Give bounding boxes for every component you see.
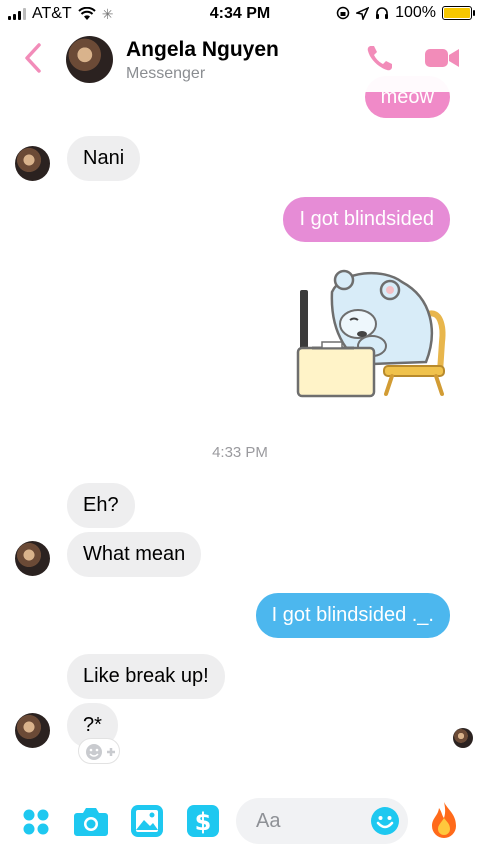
battery-icon	[442, 6, 475, 20]
message-bubble-incoming[interactable]: Like break up!	[67, 654, 225, 699]
message-input-placeholder: Aa	[256, 810, 281, 832]
battery-percent: 100%	[395, 4, 436, 21]
contact-subtitle: Messenger	[126, 65, 206, 82]
message-composer: $ Aa	[0, 790, 480, 854]
message-bubble-outgoing[interactable]: I got blindsided ._.	[255, 593, 450, 638]
phone-call-icon[interactable]	[364, 42, 396, 74]
contact-avatar-small	[15, 146, 50, 181]
sleeping-bear-at-desk-sticker[interactable]	[292, 262, 452, 402]
more-options-grid-icon[interactable]	[22, 808, 50, 836]
photo-gallery-icon[interactable]	[130, 804, 164, 838]
read-receipt-avatar	[453, 728, 473, 748]
svg-text:$: $	[195, 808, 212, 836]
message-bubble-outgoing[interactable]: I got blindsided	[283, 197, 450, 242]
conversation-header: Angela Nguyen Messenger	[0, 28, 480, 92]
camera-icon[interactable]	[73, 805, 109, 837]
headphones-icon	[376, 7, 389, 19]
contact-name[interactable]: Angela Nguyen	[126, 38, 279, 62]
add-reaction-button[interactable]	[78, 738, 120, 764]
message-input[interactable]: Aa	[236, 798, 408, 844]
message-bubble-incoming[interactable]: What mean	[67, 532, 202, 577]
message-bubble-incoming[interactable]: Eh?	[67, 483, 135, 528]
screen-lock-icon	[336, 6, 350, 20]
back-chevron-icon[interactable]	[20, 40, 48, 76]
contact-avatar[interactable]	[66, 36, 113, 83]
battery-level	[444, 8, 470, 18]
location-arrow-icon	[356, 6, 370, 20]
contact-avatar-small	[15, 713, 50, 748]
contact-avatar-small	[15, 541, 50, 576]
smiley-plus-icon	[86, 744, 115, 760]
video-call-icon[interactable]	[424, 42, 460, 74]
status-bar: AT&T ✳ 4:34 PM 100%	[0, 0, 480, 28]
send-money-icon[interactable]: $	[186, 804, 220, 838]
quick-reaction-fire-icon[interactable]	[428, 800, 460, 840]
message-bubble-incoming[interactable]: Nani	[67, 136, 141, 181]
emoji-icon[interactable]	[370, 806, 400, 836]
timestamp-divider: 4:33 PM	[212, 444, 268, 461]
